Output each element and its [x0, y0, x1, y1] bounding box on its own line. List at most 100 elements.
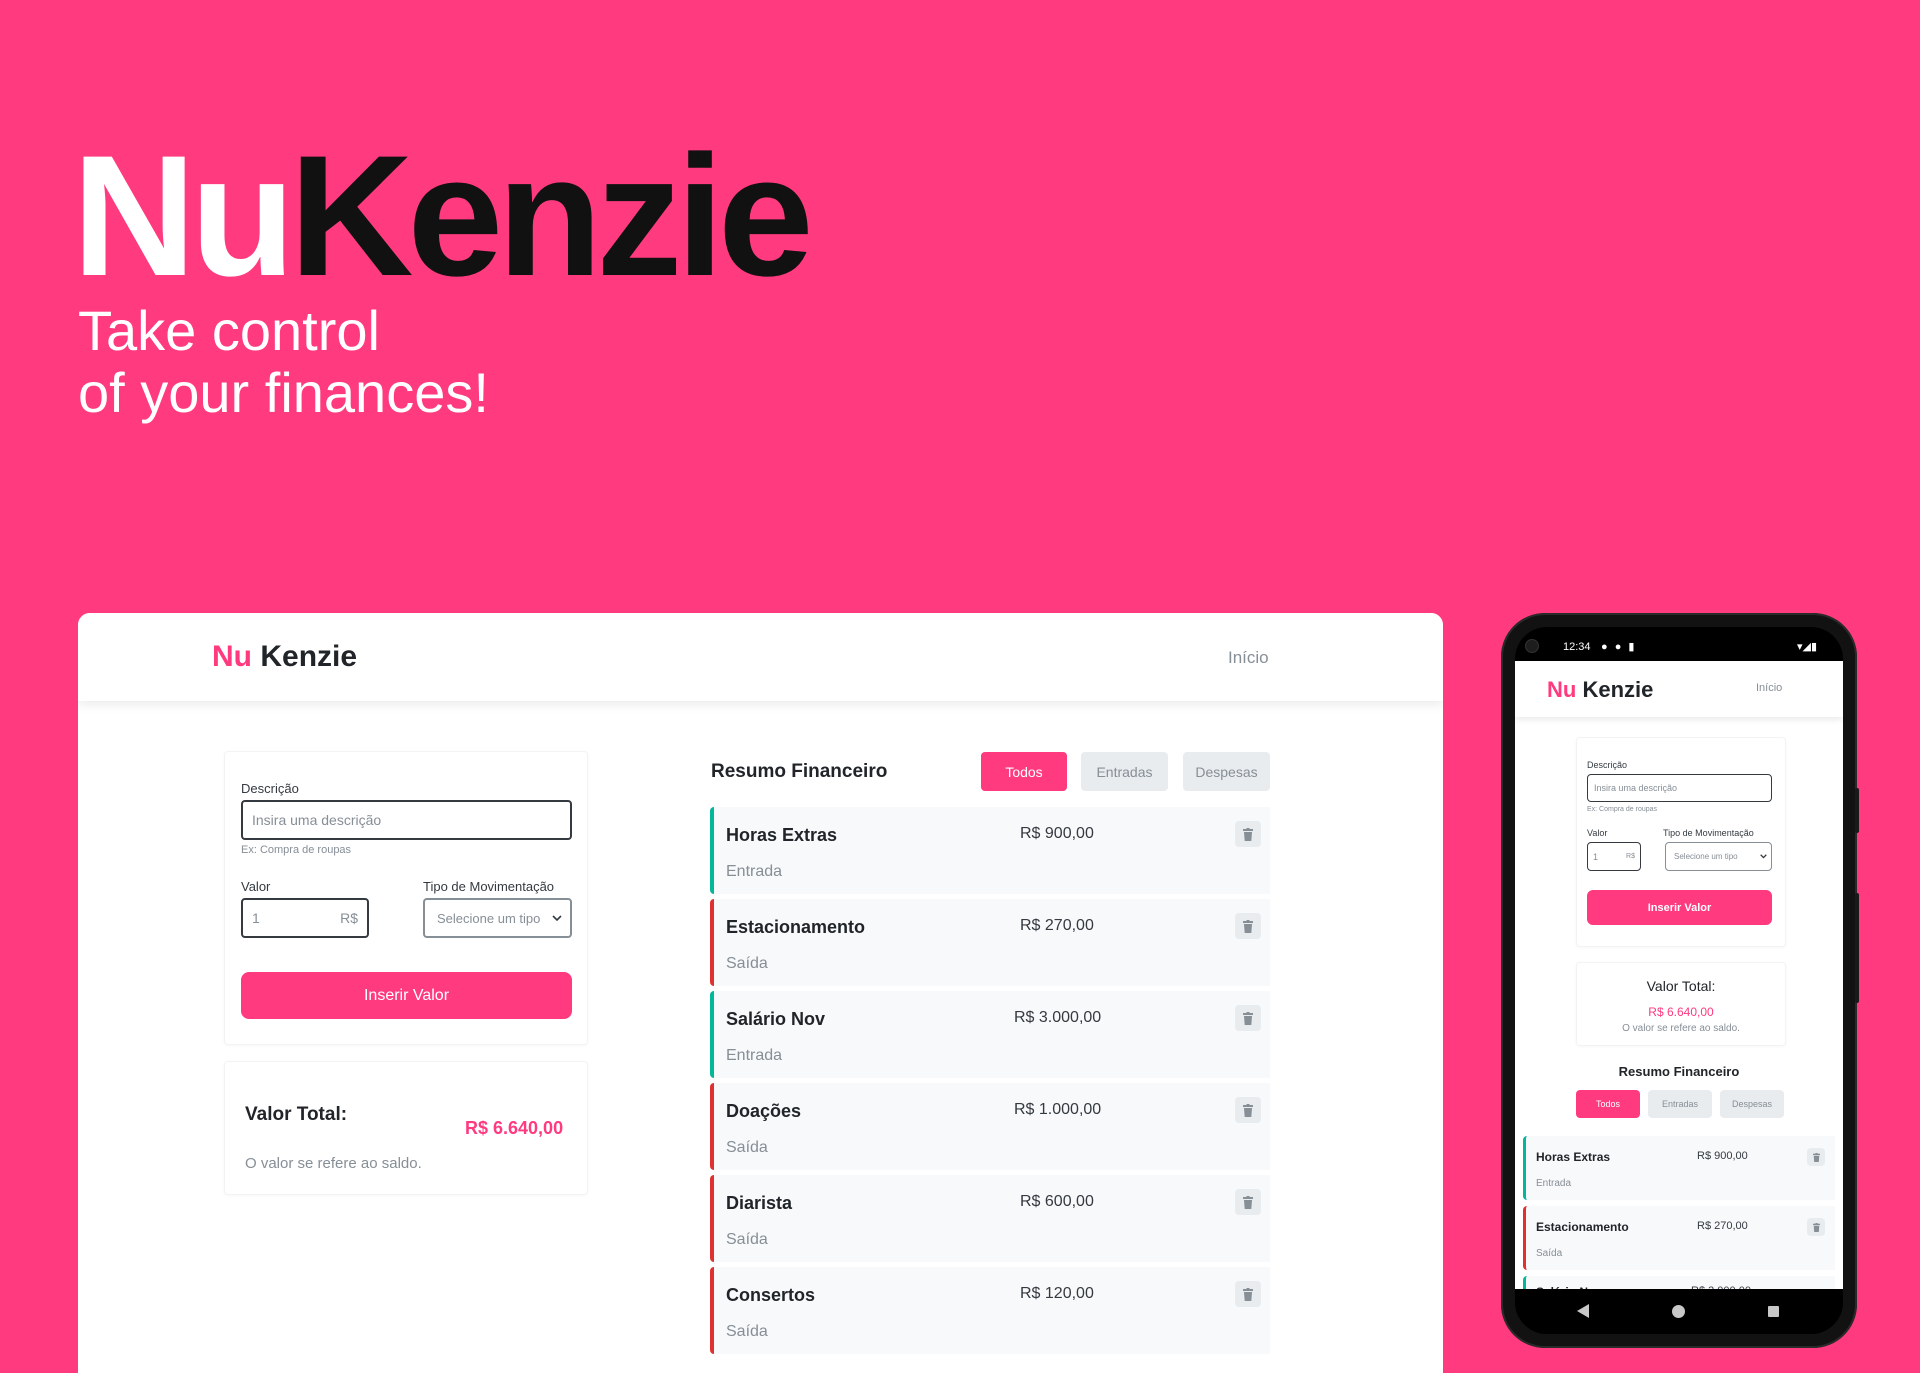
- descricao-hint: Ex: Compra de roupas: [241, 844, 352, 856]
- valor-currency: R$: [340, 910, 358, 926]
- mobile-valor-input[interactable]: 1 R$: [1587, 842, 1641, 871]
- mobile-filter-todos-button[interactable]: Todos: [1576, 1090, 1640, 1118]
- transaction-card: Consertos R$ 120,00 Saída: [710, 1267, 1270, 1354]
- app-logo-kenzie: Kenzie: [260, 640, 358, 673]
- transaction-amount: R$ 900,00: [1020, 825, 1094, 842]
- app-logo[interactable]: Nu Kenzie: [212, 640, 357, 674]
- mobile-delete-button[interactable]: [1807, 1148, 1825, 1166]
- phone-mockup: 12:34 ● ● ▮ ▾◢▮ Nu Kenzie Início Descriç…: [1501, 613, 1859, 1348]
- transaction-type: Saída: [726, 1323, 768, 1340]
- trash-icon: [1243, 827, 1253, 841]
- transaction-type: Saída: [726, 955, 768, 972]
- mobile-transaction-type: Entrada: [1536, 1178, 1572, 1189]
- resumo-title: Resumo Financeiro: [711, 761, 888, 782]
- notification-icons: ● ● ▮: [1601, 641, 1637, 653]
- filter-entradas-button[interactable]: Entradas: [1081, 752, 1168, 791]
- mobile-tipo-select[interactable]: Selecione um tipo: [1665, 842, 1772, 871]
- mobile-logo[interactable]: Nu Kenzie: [1547, 677, 1653, 703]
- total-card: Valor Total: R$ 6.640,00 O valor se refe…: [224, 1061, 588, 1195]
- camera-icon: [1525, 639, 1539, 653]
- signal-battery-icon: ▾◢▮: [1797, 641, 1818, 653]
- mobile-delete-button[interactable]: [1807, 1218, 1825, 1236]
- transaction-amount: R$ 3.000,00: [1014, 1009, 1102, 1026]
- mobile-total-card: Valor Total: R$ 6.640,00 O valor se refe…: [1576, 962, 1786, 1046]
- trash-icon: [1243, 919, 1253, 933]
- transaction-type: Saída: [726, 1231, 768, 1248]
- mobile-header: Nu Kenzie Início: [1515, 661, 1843, 717]
- total-note: O valor se refere ao saldo.: [245, 1155, 422, 1172]
- mobile-valor-value: 1: [1593, 851, 1599, 862]
- trash-icon: [1243, 1195, 1253, 1209]
- tipo-select[interactable]: Selecione um tipo: [423, 898, 572, 938]
- nav-inicio-button[interactable]: Início: [1228, 648, 1269, 668]
- back-nav-icon[interactable]: [1577, 1304, 1589, 1318]
- mobile-app-view: Nu Kenzie Início Descrição Insira uma de…: [1515, 661, 1843, 1289]
- mobile-transaction-description: Estacionamento: [1536, 1220, 1629, 1234]
- mobile-transaction-type: Saída: [1536, 1248, 1563, 1259]
- total-label: Valor Total:: [245, 1104, 348, 1125]
- valor-label: Valor: [241, 879, 271, 894]
- transaction-card: Diarista R$ 600,00 Saída: [710, 1175, 1270, 1262]
- mobile-descricao-placeholder: Insira uma descrição: [1594, 783, 1678, 793]
- delete-button[interactable]: [1235, 1097, 1261, 1123]
- mobile-transaction-description: Horas Extras: [1536, 1150, 1611, 1164]
- delete-button[interactable]: [1235, 821, 1261, 847]
- transaction-type: Saída: [726, 1139, 768, 1156]
- mobile-inserir-valor-button[interactable]: Inserir Valor: [1587, 890, 1772, 925]
- descricao-input[interactable]: Insira uma descrição: [241, 800, 572, 840]
- descricao-placeholder: Insira uma descrição: [252, 812, 382, 828]
- chevron-down-icon: [1760, 854, 1767, 859]
- transaction-card: Estacionamento R$ 270,00 Saída: [710, 899, 1270, 986]
- trash-icon: [1812, 1222, 1820, 1232]
- mobile-total-amount: R$ 6.640,00: [1648, 1005, 1714, 1019]
- hero-subtitle-line-1: Take control: [78, 299, 380, 362]
- valor-input[interactable]: 1 R$: [241, 898, 369, 938]
- valor-value: 1: [252, 910, 260, 926]
- filter-despesas-button[interactable]: Despesas: [1183, 752, 1270, 791]
- home-nav-icon[interactable]: [1672, 1305, 1685, 1318]
- inserir-valor-button[interactable]: Inserir Valor: [241, 972, 572, 1019]
- mobile-logo-kenzie: Kenzie: [1582, 677, 1654, 702]
- phone-nav-bar: [1515, 1289, 1843, 1334]
- mobile-transaction-card: Estacionamento R$ 270,00 Saída: [1523, 1206, 1835, 1270]
- transaction-description: Diarista: [726, 1193, 793, 1213]
- total-amount: R$ 6.640,00: [465, 1118, 564, 1138]
- phone-volume-button: [1855, 788, 1859, 833]
- tipo-label: Tipo de Movimentação: [423, 879, 555, 894]
- delete-button[interactable]: [1235, 913, 1261, 939]
- mobile-descricao-hint: Ex: Compra de roupas: [1587, 806, 1658, 813]
- delete-button[interactable]: [1235, 1005, 1261, 1031]
- transaction-type: Entrada: [726, 863, 783, 880]
- mobile-transaction-card: Horas Extras R$ 900,00 Entrada: [1523, 1136, 1835, 1200]
- trash-icon: [1243, 1103, 1253, 1117]
- hero-title-nu: Nu: [72, 120, 295, 312]
- mobile-tipo-label: Tipo de Movimentação: [1663, 828, 1754, 838]
- transaction-card: Doações R$ 1.000,00 Saída: [710, 1083, 1270, 1170]
- app-logo-nu: Nu: [212, 640, 252, 673]
- transaction-amount: R$ 270,00: [1020, 917, 1094, 934]
- transaction-form: Descrição Insira uma descrição Ex: Compr…: [224, 751, 588, 1045]
- mobile-filter-despesas-button[interactable]: Despesas: [1720, 1090, 1784, 1118]
- tipo-selected: Selecione um tipo: [437, 910, 541, 926]
- descricao-label: Descrição: [241, 781, 299, 796]
- filter-todos-button[interactable]: Todos: [981, 752, 1067, 791]
- mobile-nav-inicio-button[interactable]: Início: [1756, 682, 1782, 694]
- trash-icon: [1812, 1152, 1820, 1162]
- mobile-valor-currency: R$: [1626, 853, 1635, 860]
- mobile-transaction-amount: R$ 270,00: [1697, 1220, 1748, 1232]
- recents-nav-icon[interactable]: [1768, 1306, 1779, 1317]
- transaction-card: Horas Extras R$ 900,00 Entrada: [710, 807, 1270, 894]
- mobile-filter-entradas-button[interactable]: Entradas: [1648, 1090, 1712, 1118]
- transaction-amount: R$ 120,00: [1020, 1285, 1094, 1302]
- delete-button[interactable]: [1235, 1281, 1261, 1307]
- transaction-description: Salário Nov: [726, 1009, 826, 1029]
- mobile-descricao-input[interactable]: Insira uma descrição: [1587, 774, 1772, 802]
- chevron-down-icon: [552, 914, 562, 921]
- desktop-app-window: Nu Kenzie Início Descrição Insira uma de…: [78, 613, 1443, 1373]
- transaction-description: Horas Extras: [726, 825, 838, 845]
- delete-button[interactable]: [1235, 1189, 1261, 1215]
- status-time: 12:34: [1563, 641, 1591, 653]
- phone-status-bar: 12:34 ● ● ▮ ▾◢▮: [1515, 627, 1843, 661]
- mobile-transaction-form: Descrição Insira uma descrição Ex: Compr…: [1576, 737, 1786, 947]
- mobile-descricao-label: Descrição: [1587, 760, 1628, 770]
